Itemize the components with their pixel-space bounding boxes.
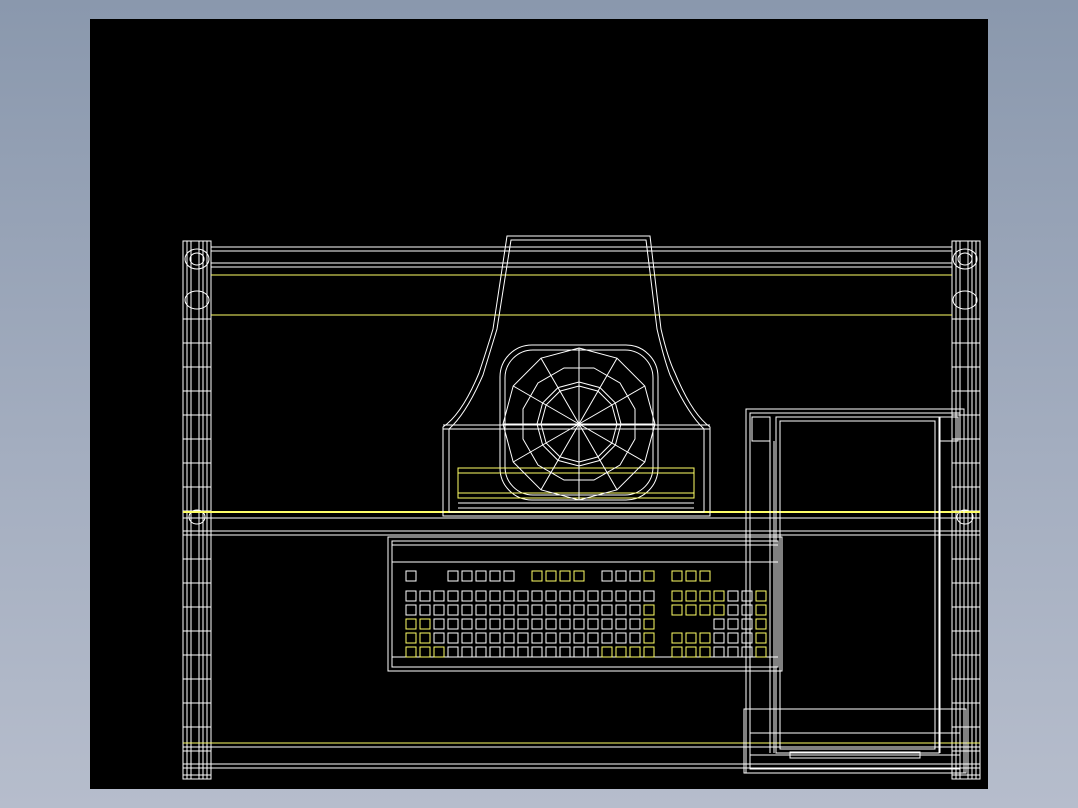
cad-drawing xyxy=(182,235,981,780)
desk-top-rails xyxy=(211,246,952,316)
desk-right-leg xyxy=(951,240,981,780)
cad-viewport[interactable] xyxy=(90,19,988,789)
desk-left-leg xyxy=(182,240,212,780)
pc-tower xyxy=(743,408,967,774)
keyboard xyxy=(387,536,783,672)
crt-monitor xyxy=(442,235,711,517)
desk-surface xyxy=(183,511,980,536)
